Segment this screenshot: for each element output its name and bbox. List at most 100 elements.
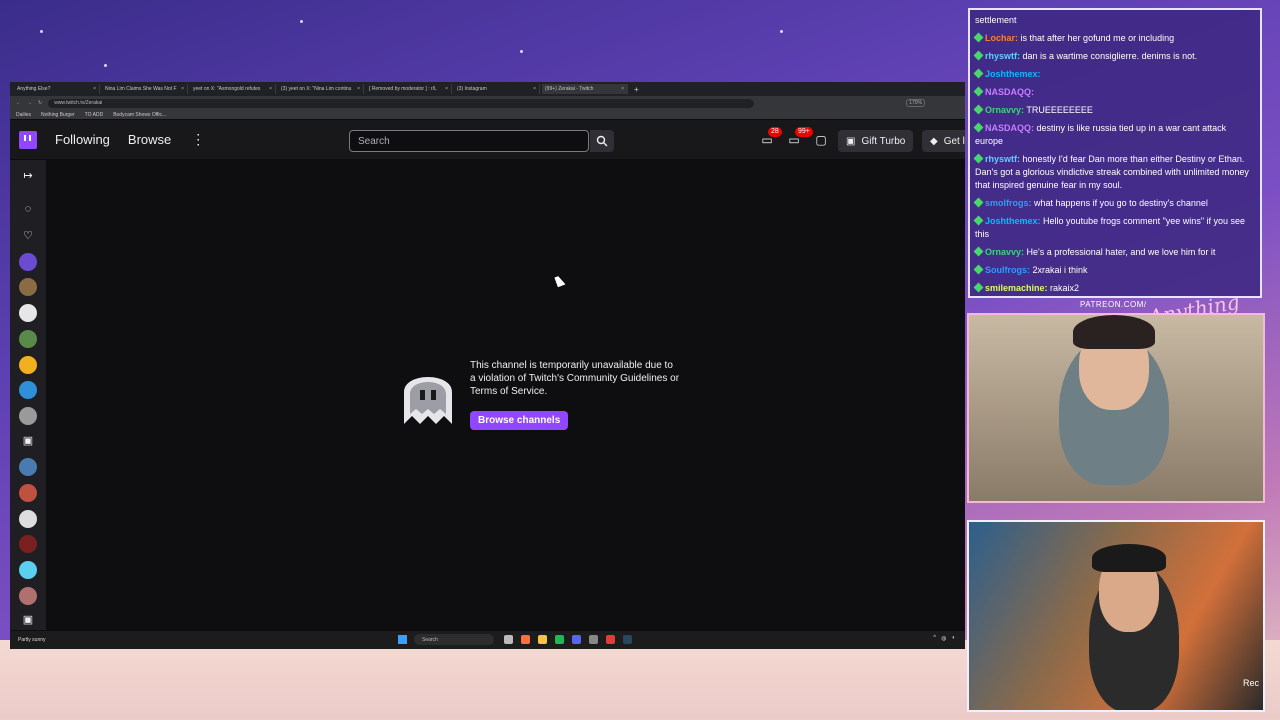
avatar[interactable] (19, 253, 37, 271)
avatar[interactable] (19, 458, 37, 476)
chat-username[interactable]: smilemachine: (985, 283, 1048, 293)
tab-5[interactable]: (3) Instagram × (454, 84, 540, 94)
chat-text: 2xrakai i think (1032, 265, 1088, 275)
file-explorer-icon[interactable] (538, 635, 547, 644)
volume-icon[interactable]: ◖ (951, 635, 955, 642)
chat-message: NASDAQQ: (973, 86, 1255, 99)
avatar[interactable] (19, 510, 37, 528)
sub-badge-icon (973, 122, 984, 133)
chat-message: Ornavvy: TRUEEEEEEEE (973, 104, 1255, 117)
firefox-icon[interactable] (521, 635, 530, 644)
avatar[interactable] (19, 381, 37, 399)
new-tab-icon[interactable]: + (630, 85, 639, 94)
search-input[interactable]: Search (349, 130, 589, 152)
chat-message: settlement (975, 14, 1255, 27)
twitch-logo-icon[interactable] (19, 130, 37, 149)
recommended-icon[interactable]: ◌ (21, 202, 35, 216)
bookmark-item[interactable]: Bodycam Shows Offic... (113, 112, 166, 118)
chat-message: rhyswtf: honestly I'd fear Dan more than… (973, 153, 1255, 192)
bookmark-item[interactable]: Nothing Burger (41, 112, 75, 118)
inbox-icon[interactable]: ▭ 28 (760, 127, 782, 147)
windows-start-icon[interactable] (398, 635, 407, 644)
nav-following[interactable]: Following (55, 132, 110, 147)
avatar[interactable] (19, 484, 37, 502)
avatar[interactable] (19, 330, 37, 348)
app-icon[interactable] (589, 635, 598, 644)
chat-message: Joshthemex: (973, 68, 1255, 81)
close-icon[interactable]: × (621, 86, 624, 92)
close-icon[interactable]: × (269, 86, 272, 92)
avatar[interactable] (19, 587, 37, 605)
close-icon[interactable]: × (533, 86, 536, 92)
url-field[interactable]: www.twitch.tv/Zerakai (48, 98, 755, 108)
chat-username[interactable]: Ornavvy: (985, 105, 1024, 115)
mouse-cursor-icon (554, 274, 566, 288)
close-icon[interactable]: × (357, 86, 360, 92)
chat-username[interactable]: rhyswtf: (985, 154, 1020, 164)
task-view-icon[interactable] (504, 635, 513, 644)
notifications-icon[interactable]: ▭ 99+ (787, 127, 813, 147)
gift-turbo-label: Gift Turbo (861, 135, 906, 147)
app-icon[interactable] (606, 635, 615, 644)
steam-icon[interactable] (623, 635, 632, 644)
expand-sidebar-icon[interactable]: ↦ (21, 168, 35, 182)
tab-6-active[interactable]: (99+) Zerakai - Twitch × (542, 84, 628, 94)
webcam-top (967, 313, 1265, 503)
video-icon[interactable]: ▣ (21, 433, 35, 447)
chat-username[interactable]: Joshthemex: (985, 69, 1041, 79)
close-icon[interactable]: × (181, 86, 184, 92)
avatar[interactable] (19, 535, 37, 553)
chat-username[interactable]: Ornavvy: (985, 247, 1024, 257)
browser-window: Anything Else? × Nina Lim Claims She Was … (10, 82, 965, 649)
network-icon[interactable]: ◍ (941, 635, 946, 642)
tab-1[interactable]: Nina Lim Claims She Was Not F × (102, 84, 188, 94)
close-icon[interactable]: × (93, 86, 96, 92)
nav-browse[interactable]: Browse (128, 132, 171, 147)
browse-channels-button[interactable]: Browse channels (470, 411, 569, 430)
chat-username[interactable]: rhyswtf: (985, 51, 1020, 61)
sub-badge-icon (973, 282, 984, 293)
chat-text: He's a professional hater, and we love h… (1026, 247, 1216, 257)
avatar[interactable] (19, 561, 37, 579)
tab-0[interactable]: Anything Else? × (14, 84, 100, 94)
zoom-level[interactable]: 170% (906, 99, 925, 107)
chat-text: what happens if you go to destiny's chan… (1034, 198, 1208, 208)
chat-username[interactable]: Lochar: (985, 33, 1018, 43)
system-tray: ^ ◍ ◖ (933, 635, 955, 642)
video-icon[interactable]: ▣ (21, 612, 35, 626)
app-icon[interactable] (555, 635, 564, 644)
taskbar-search[interactable]: Search (414, 634, 494, 645)
avatar[interactable] (19, 278, 37, 296)
reload-icon[interactable]: ↻ (38, 100, 42, 106)
avatar[interactable] (19, 304, 37, 322)
chat-username[interactable]: NASDAQQ: (985, 87, 1034, 97)
bookmark-item[interactable]: TO ADD (85, 112, 104, 118)
webcam-bottom: Rec (967, 520, 1265, 712)
tab-2[interactable]: yeet on X: "Asmongold refutes × (190, 84, 276, 94)
search-button[interactable] (590, 130, 614, 152)
gift-turbo-button[interactable]: ▣ Gift Turbo (838, 130, 914, 152)
whispers-icon[interactable]: ▢ (814, 133, 828, 147)
chat-username[interactable]: Joshthemex: (985, 216, 1041, 226)
tab-4[interactable]: [ Removed by moderator ] : r/L × (366, 84, 452, 94)
gift-icon: ▣ (846, 135, 856, 147)
weather-widget[interactable]: Partly sunny (18, 637, 46, 643)
bookmark-item[interactable]: Dailies (16, 112, 31, 118)
chat-text: is that after her gofund me or including (1020, 33, 1175, 43)
chevron-up-icon[interactable]: ^ (933, 635, 936, 642)
more-options-icon[interactable]: ⋮ (191, 131, 205, 148)
avatar[interactable] (19, 407, 37, 425)
discord-icon[interactable] (572, 635, 581, 644)
tab-3[interactable]: (3) yeet on X: "Nina Lim continu × (278, 84, 364, 94)
following-heart-icon[interactable]: ♡ (21, 228, 35, 242)
back-icon[interactable]: ← (16, 100, 21, 106)
chat-username[interactable]: NASDAQQ: (985, 123, 1034, 133)
chat-username[interactable]: Soulfrogs: (985, 265, 1030, 275)
chat-username[interactable]: smolfrogs: (985, 198, 1032, 208)
chat-message: smolfrogs: what happens if you go to des… (973, 197, 1255, 210)
close-icon[interactable]: × (445, 86, 448, 92)
forward-icon[interactable]: → (27, 100, 32, 106)
avatar[interactable] (19, 356, 37, 374)
get-bits-button[interactable]: ◆ Get l (922, 130, 965, 152)
tab-label: [ Removed by moderator ] : r/L (369, 86, 437, 92)
